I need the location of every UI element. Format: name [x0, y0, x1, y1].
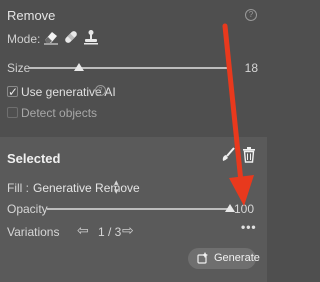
panel-title: Remove: [7, 8, 56, 23]
more-options-icon[interactable]: •••: [241, 220, 257, 234]
size-slider-track[interactable]: [29, 67, 229, 69]
fill-label: Fill :: [7, 181, 29, 195]
use-generative-ai-checkbox[interactable]: ✓: [7, 85, 19, 99]
arrow-left-icon[interactable]: ⇦: [77, 222, 89, 239]
opacity-value: 100: [233, 202, 254, 216]
variations-count: 1 / 3: [98, 225, 122, 239]
eraser-icon[interactable]: [42, 29, 60, 45]
bandage-icon[interactable]: [62, 29, 80, 45]
detect-objects-checkbox[interactable]: [7, 107, 18, 118]
arrow-right-icon[interactable]: ⇨: [122, 222, 134, 239]
size-slider-thumb[interactable]: [74, 63, 84, 71]
info-icon[interactable]: ?: [95, 85, 106, 96]
mode-label: Mode:: [7, 32, 41, 46]
checkmark-icon: ✓: [8, 85, 19, 99]
chevron-updown-icon[interactable]: ▴ ▾: [114, 178, 119, 196]
size-value: 18: [244, 61, 258, 75]
help-icon[interactable]: ?: [245, 9, 257, 21]
size-label: Size: [7, 61, 31, 75]
brush-icon[interactable]: [220, 146, 236, 164]
detect-objects-label: Detect objects: [21, 106, 98, 120]
stamp-icon[interactable]: [82, 29, 100, 45]
fill-dropdown[interactable]: Generative Remove: [33, 181, 140, 195]
variations-label: Variations: [7, 225, 60, 239]
opacity-slider-track[interactable]: [47, 208, 230, 210]
selected-title: Selected: [7, 151, 61, 166]
generate-label: Generate: [214, 252, 260, 264]
generate-icon: [197, 252, 208, 264]
trash-icon[interactable]: [242, 146, 256, 164]
opacity-label: Opacity: [7, 202, 48, 216]
generate-button[interactable]: Generate: [188, 248, 260, 269]
